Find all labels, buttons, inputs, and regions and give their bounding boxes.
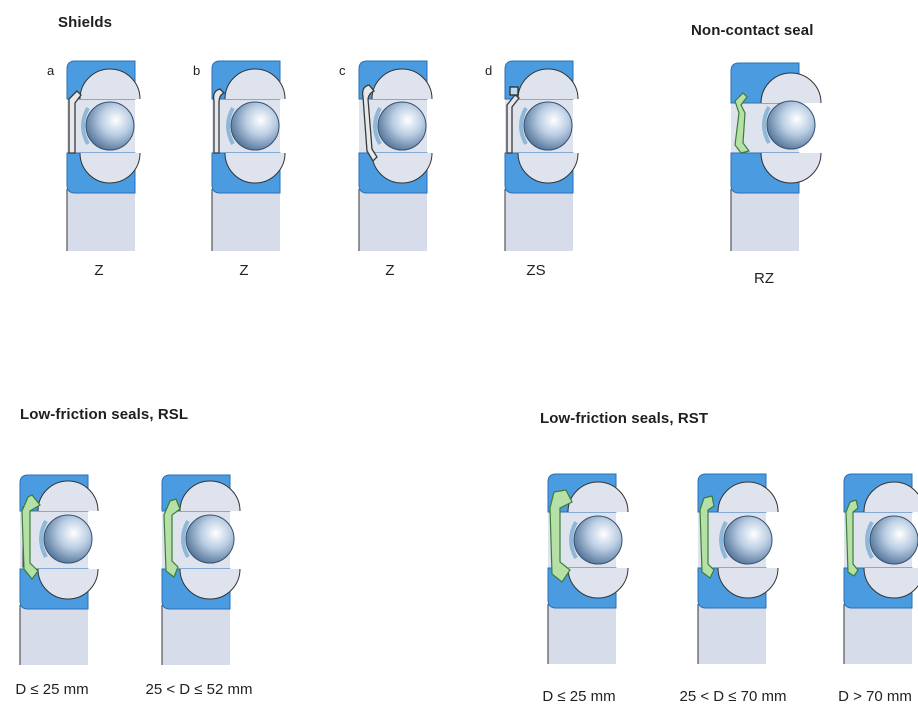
bore-area	[505, 189, 573, 251]
caption-rst2: 25 < D ≤ 70 mm	[679, 688, 787, 705]
caption-rst1: D ≤ 25 mm	[542, 688, 616, 705]
bore-area	[548, 604, 616, 664]
bore-area	[844, 604, 912, 664]
bearing-seal-rsl-small	[19, 474, 99, 665]
caption-rsl1: D ≤ 25 mm	[15, 681, 89, 698]
bearing-seal-rsl-medium	[161, 474, 241, 665]
figure-letter-d: d	[485, 63, 493, 78]
bearing-seal-rst-large	[843, 473, 918, 664]
bearing-shield-a	[66, 60, 141, 251]
caption-rst3: D > 70 mm	[838, 688, 912, 705]
heading-shields: Shields	[58, 14, 113, 31]
bore-area	[698, 604, 766, 664]
bearing-shield-c	[358, 60, 433, 251]
ball	[573, 515, 623, 565]
ball	[523, 101, 573, 151]
ball	[723, 515, 773, 565]
heading-non-contact-seal: Non-contact seal	[691, 22, 814, 39]
caption-a: Z	[94, 262, 104, 279]
ball	[869, 515, 918, 565]
bore-area	[20, 605, 88, 665]
heading-rsl: Low-friction seals, RSL	[20, 406, 189, 423]
bearing-shield-b	[211, 60, 286, 251]
caption-c: Z	[385, 262, 395, 279]
bore-area	[67, 189, 135, 251]
bore-area	[162, 605, 230, 665]
bearing-seal-rst-small	[547, 473, 629, 664]
ball	[43, 514, 93, 564]
heading-rst: Low-friction seals, RST	[540, 410, 709, 427]
ball	[85, 101, 135, 151]
caption-d: ZS	[526, 262, 546, 279]
figure-letter-a: a	[47, 63, 55, 78]
bore-area	[731, 189, 799, 251]
ball	[766, 100, 816, 150]
ball	[377, 101, 427, 151]
bore-area	[212, 189, 280, 251]
bearing-seal-rst-medium	[697, 473, 779, 664]
ball	[185, 514, 235, 564]
caption-rz: RZ	[754, 270, 774, 287]
bearing-shield-zs	[504, 60, 579, 251]
caption-b: Z	[239, 262, 249, 279]
figure-letter-b: b	[193, 63, 201, 78]
snap-ring	[509, 86, 519, 96]
bore-area	[359, 189, 427, 251]
bearing-seal-rz	[730, 62, 822, 251]
caption-rsl2: 25 < D ≤ 52 mm	[145, 681, 253, 698]
ball	[230, 101, 280, 151]
figure-letter-c: c	[339, 63, 346, 78]
